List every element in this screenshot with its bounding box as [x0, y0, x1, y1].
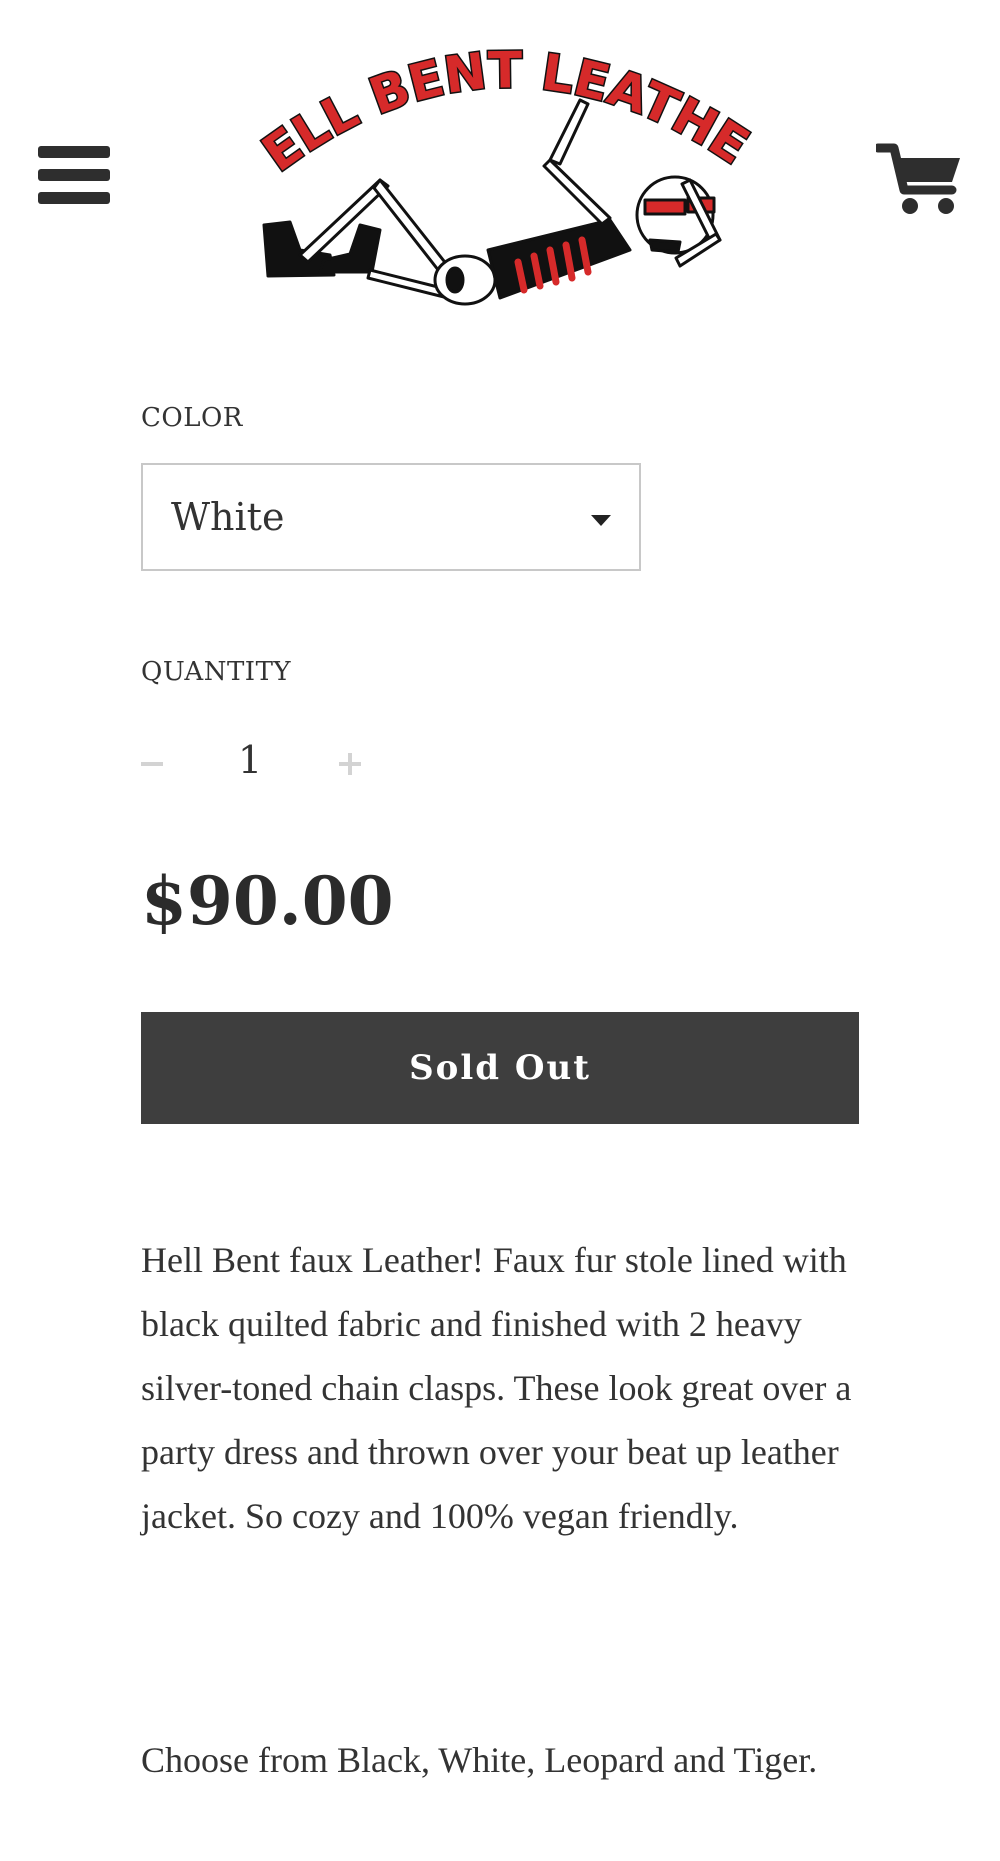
plus-icon[interactable]	[338, 752, 362, 776]
svg-text:HELL BENT LEATHER: HELL BENT LEATHER	[250, 40, 759, 183]
shopping-cart-icon[interactable]	[873, 140, 964, 216]
product-colors-note: Choose from Black, White, Leopard and Ti…	[141, 1740, 818, 1780]
sold-out-button[interactable]: Sold Out	[141, 1012, 859, 1124]
color-select-value: White	[171, 495, 285, 539]
color-select[interactable]: White	[141, 463, 641, 571]
product-price: $90.00	[141, 862, 394, 940]
hamburger-menu-icon[interactable]	[38, 146, 110, 204]
chevron-down-icon	[591, 515, 611, 526]
quantity-label: QUANTITY	[141, 657, 292, 687]
color-label: COLOR	[141, 403, 243, 433]
site-header: HELL BENT LEATHER	[0, 0, 1000, 330]
product-description: Hell Bent faux Leather! Faux fur stole l…	[141, 1240, 852, 1536]
brand-logo[interactable]: HELL BENT LEATHER	[250, 40, 760, 322]
quantity-value[interactable]: 1	[238, 738, 262, 782]
minus-icon[interactable]	[141, 752, 165, 776]
